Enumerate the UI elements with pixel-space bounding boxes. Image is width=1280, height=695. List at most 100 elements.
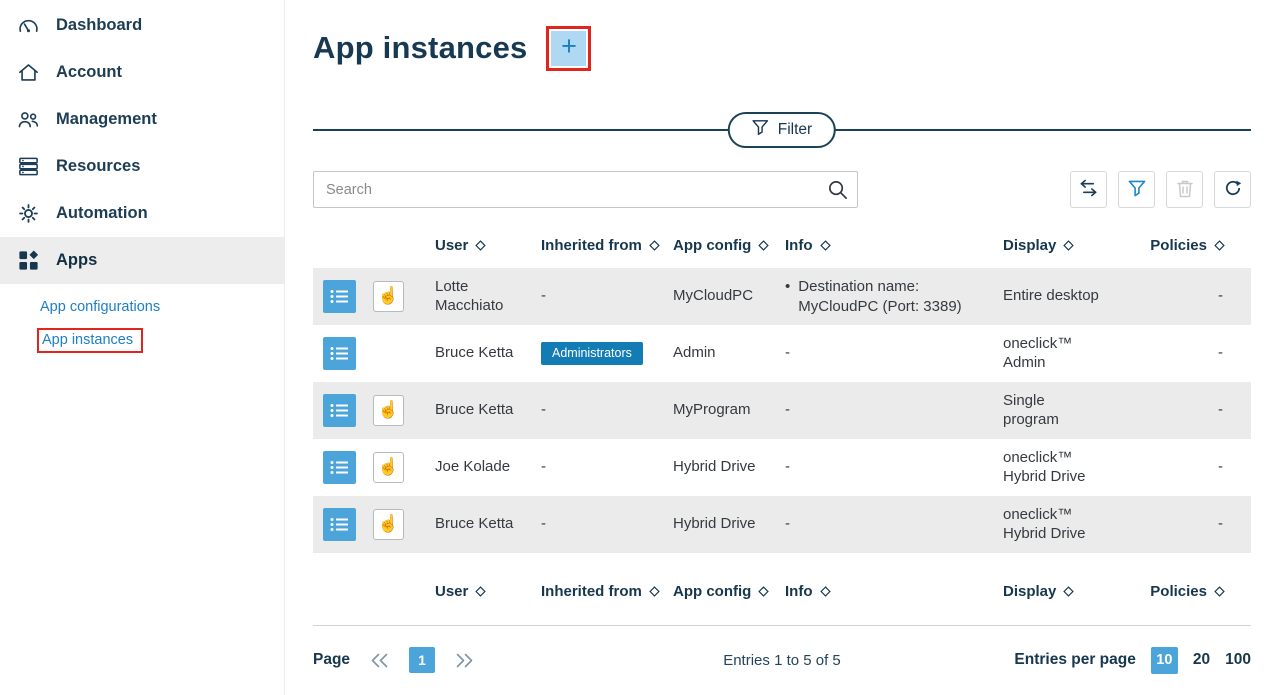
hand-pointer-button[interactable]: ☝ <box>373 281 404 312</box>
row-menu-button[interactable] <box>323 508 356 541</box>
sort-icon <box>1063 586 1074 597</box>
sub-item-label: App instances <box>42 332 133 348</box>
row-actions: ☝ <box>365 509 427 540</box>
display-cell: Entire desktop <box>995 287 1141 306</box>
column-label: User <box>435 237 468 254</box>
sidebar-item-management[interactable]: Management <box>0 96 284 143</box>
sort-icon <box>758 240 769 251</box>
apps-sub-nav: App configurations App instances <box>0 293 284 360</box>
filter-button-label: Filter <box>778 121 812 139</box>
hand-pointer-button[interactable]: ☝ <box>373 509 404 540</box>
sidebar-item-label: Account <box>56 63 122 82</box>
column-header-inherited-from[interactable]: Inherited from <box>533 583 665 600</box>
column-header-info[interactable]: Info <box>777 237 995 254</box>
inherited-from-cell: - <box>533 515 665 534</box>
sort-icon <box>475 240 486 251</box>
column-header-app-config[interactable]: App config <box>665 237 777 254</box>
search-wrap <box>313 171 858 208</box>
add-app-instance-button[interactable]: + <box>551 31 586 66</box>
apps-grid-icon <box>15 249 41 272</box>
column-label: User <box>435 583 468 600</box>
column-label: Info <box>785 237 813 254</box>
list-icon <box>330 289 349 304</box>
column-header-app-config[interactable]: App config <box>665 583 777 600</box>
refresh-button[interactable] <box>1214 171 1251 208</box>
info-cell: - <box>777 344 995 363</box>
annotation-red-box: App instances <box>37 328 143 353</box>
sidebar-item-app-instances[interactable]: App instances <box>0 322 284 360</box>
column-header-policies[interactable]: Policies <box>1141 237 1251 254</box>
home-icon <box>15 61 41 84</box>
column-label: Policies <box>1150 583 1207 600</box>
app-config-cell: MyCloudPC <box>665 287 777 306</box>
filter-table-button[interactable] <box>1118 171 1155 208</box>
hand-pointer-icon: ☝ <box>378 400 399 420</box>
row-actions: ☝ <box>365 395 427 426</box>
hand-pointer-button[interactable]: ☝ <box>373 395 404 426</box>
double-chevron-right-icon <box>455 653 474 668</box>
policies-cell: - <box>1141 515 1251 534</box>
previous-page-button[interactable] <box>370 653 389 668</box>
list-icon <box>330 403 349 418</box>
column-header-info[interactable]: Info <box>777 583 995 600</box>
row-menu-button[interactable] <box>323 280 356 313</box>
column-header-inherited-from[interactable]: Inherited from <box>533 237 665 254</box>
sidebar-item-apps[interactable]: Apps <box>0 237 284 284</box>
sidebar: Dashboard Account Management <box>0 0 285 695</box>
sidebar-item-resources[interactable]: Resources <box>0 143 284 190</box>
delete-button[interactable] <box>1166 171 1203 208</box>
column-header-display[interactable]: Display <box>995 583 1141 600</box>
per-page-option-100[interactable]: 100 <box>1225 651 1251 669</box>
row-actions <box>313 508 365 541</box>
current-page-indicator[interactable]: 1 <box>409 647 435 673</box>
info-text: Destination name: MyCloudPC (Port: 3389) <box>798 277 966 316</box>
sidebar-item-app-configurations[interactable]: App configurations <box>0 293 284 322</box>
table-row: Bruce Ketta Administrators Admin - onecl… <box>313 325 1251 382</box>
server-stack-icon <box>15 155 41 178</box>
row-actions <box>313 337 365 370</box>
filter-button[interactable]: Filter <box>728 112 836 148</box>
search-input[interactable] <box>313 171 858 208</box>
page-title: App instances <box>313 30 527 66</box>
sidebar-item-automation[interactable]: Automation <box>0 190 284 237</box>
list-icon <box>330 460 349 475</box>
refresh-icon <box>1223 178 1243 201</box>
table-row: ☝ Lotte Macchiato - MyCloudPC • Destinat… <box>313 268 1251 325</box>
table-row: ☝ Bruce Ketta - Hybrid Drive - oneclick™… <box>313 496 1251 553</box>
page-controls: Page 1 <box>313 647 474 673</box>
row-menu-button[interactable] <box>323 451 356 484</box>
row-actions <box>313 394 365 427</box>
column-header-policies[interactable]: Policies <box>1141 583 1251 600</box>
table-footer-header-row: User Inherited from App config Info Disp… <box>313 567 1251 615</box>
app-instances-card: User Inherited from App config Info Disp… <box>313 171 1251 681</box>
entries-summary: Entries 1 to 5 of 5 <box>723 652 841 669</box>
column-label: App config <box>673 583 751 600</box>
per-page-option-10[interactable]: 10 <box>1151 647 1178 674</box>
table-action-buttons <box>1070 171 1251 208</box>
bullet-icon: • <box>785 277 790 316</box>
app-config-cell: Hybrid Drive <box>665 458 777 477</box>
sidebar-item-dashboard[interactable]: Dashboard <box>0 2 284 49</box>
hand-pointer-button[interactable]: ☝ <box>373 452 404 483</box>
filter-divider: Filter <box>313 129 1251 131</box>
row-menu-button[interactable] <box>323 394 356 427</box>
pagination-bar: Page 1 Entries 1 to 5 of 5 E <box>313 625 1251 681</box>
sort-icon <box>649 240 660 251</box>
next-page-button[interactable] <box>455 653 474 668</box>
sort-icon <box>820 586 831 597</box>
swap-columns-button[interactable] <box>1070 171 1107 208</box>
policies-cell: - <box>1141 344 1251 363</box>
display-cell: oneclick™ Hybrid Drive <box>995 506 1141 544</box>
gauge-icon <box>15 14 41 37</box>
inherited-from-cell: - <box>533 287 665 306</box>
column-header-user[interactable]: User <box>427 237 533 254</box>
column-header-display[interactable]: Display <box>995 237 1141 254</box>
column-label: Policies <box>1150 237 1207 254</box>
page-label: Page <box>313 651 350 669</box>
per-page-option-20[interactable]: 20 <box>1193 651 1210 669</box>
column-header-user[interactable]: User <box>427 583 533 600</box>
user-cell: Lotte Macchiato <box>427 278 533 316</box>
column-label: Inherited from <box>541 237 642 254</box>
sidebar-item-account[interactable]: Account <box>0 49 284 96</box>
row-menu-button[interactable] <box>323 337 356 370</box>
